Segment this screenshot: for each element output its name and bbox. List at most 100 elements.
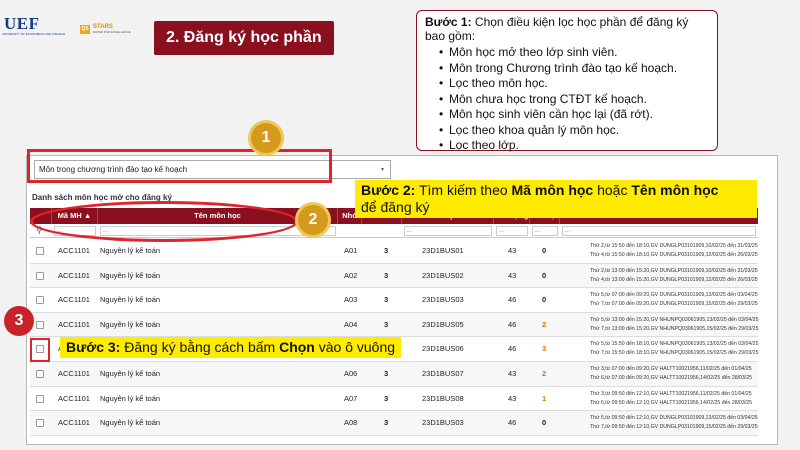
table-row: ACC1101 Nguyên lý kế toán A04 3 23D1BUS05 46 2… — [30, 312, 758, 338]
schedule-line: Thứ 4,từ 15:50 đến 18:10,GV DUNGLP031019… — [590, 252, 758, 258]
course-code: ACC1101 — [58, 246, 90, 255]
highlight-oval-search — [30, 201, 298, 242]
course-name: Nguyên lý kế toán — [100, 369, 161, 378]
table-row: ACC1101 Nguyên lý kế toán A03 3 23D1BUS03 46 0… — [30, 288, 758, 313]
qs-stars-logo: QS STARS RATED FOR EXCELLENCE — [80, 24, 131, 34]
table-row: ACC1101 Nguyên lý kế toán A07 3 23D1BUS08 43 1… — [30, 387, 758, 412]
schedule-line: Thứ 2,từ 15:50 đến 18:10,GV DUNGLP031019… — [590, 243, 758, 249]
select-checkbox[interactable] — [36, 271, 44, 280]
remaining: 3 — [542, 344, 547, 354]
course-name: Nguyên lý kế toán — [100, 393, 161, 403]
schedule-line: Thứ 3,từ 09:50 đến 12:10,GV HALTT1002195… — [590, 390, 752, 397]
filter-option-item: Lọc theo môn học. — [439, 76, 709, 92]
quantity: 46 — [508, 295, 517, 305]
remaining: 1 — [542, 393, 547, 403]
quantity: 43 — [508, 246, 517, 255]
class-code: 23D1BUS07 — [422, 369, 464, 378]
quantity: 43 — [508, 270, 517, 280]
table-row: ACC1101 Nguyên lý kế toán A06 3 23D1BUS07 43 2… — [30, 362, 758, 387]
section-title: 2. Đăng ký học phần — [154, 21, 334, 55]
remaining: 0 — [542, 295, 547, 305]
select-checkbox[interactable] — [36, 394, 44, 403]
select-checkbox[interactable] — [36, 320, 44, 329]
course-name: Nguyên lý kế toán — [100, 270, 161, 280]
schedule-line: Thứ 5,từ 07:00 đến 09:20,GV DUNGLP031019… — [590, 292, 758, 299]
course-name: Nguyên lý kế toán — [100, 295, 161, 305]
quantity: 43 — [508, 369, 517, 378]
filter-options-list: Môn học mở theo lớp sinh viên.Môn trong … — [439, 45, 709, 154]
step3-choose: Chọn — [279, 339, 315, 355]
schedule-line: Thứ 6,từ 07:00 đến 09:20,GV HALTT1002195… — [590, 375, 753, 381]
filter-class[interactable]: ... — [404, 226, 492, 236]
group-code: A02 — [344, 270, 358, 280]
schedule-line: Thứ 4,từ 13:00 đến 15:20,GV DUNGLP031019… — [590, 276, 758, 283]
class-code: 23D1BUS06 — [422, 344, 464, 354]
credits: 3 — [384, 369, 389, 378]
filter-option-item: Lọc theo lớp. — [439, 138, 709, 154]
select-checkbox[interactable] — [36, 296, 44, 305]
schedule-line: Thứ 5,từ 15:50 đến 18:10,GV NHUNPQ030619… — [590, 341, 759, 348]
course-name: Nguyên lý kế toán — [100, 246, 161, 255]
class-code: 23D1BUS03 — [422, 295, 464, 305]
step1-heading: Bước 1: Chọn điều kiện lọc học phần để đ… — [425, 15, 709, 43]
class-code: 23D1BUS03 — [422, 418, 464, 428]
step2-text-2: hoặc — [593, 182, 632, 198]
credits: 3 — [384, 246, 389, 255]
schedule-line: Thứ 7,từ 13:00 đến 15:20,GV NHUNPQ030619… — [590, 325, 759, 332]
table-row: ACC1101 Nguyên lý kế toán A08 3 23D1BUS03 46 0… — [30, 411, 758, 436]
step2-course-name: Tên môn học — [631, 182, 719, 198]
schedule-line: Thứ 6,từ 09:50 đến 12:10,GV HALTT1002195… — [590, 399, 753, 406]
schedule: Thứ 5,từ 15:50 đến 18:10,GV NHUNPQ030619… — [590, 340, 758, 358]
filter-option-item: Môn chưa học trong CTĐT kế hoạch. — [439, 92, 709, 108]
stars-subtitle: RATED FOR EXCELLENCE — [93, 30, 131, 34]
step2-course-code: Mã môn học — [511, 182, 594, 198]
step-badge-2: 2 — [298, 205, 328, 235]
credits: 3 — [384, 418, 389, 428]
remaining: 0 — [542, 418, 547, 428]
step1-info-box: Bước 1: Chọn điều kiện lọc học phần để đ… — [416, 10, 718, 154]
course-code: ACC1101 — [58, 270, 90, 280]
schedule: Thứ 3,từ 09:50 đến 12:10,GV HALTT1002195… — [590, 390, 752, 408]
chevron-down-icon: ▼ — [380, 167, 385, 173]
quantity: 46 — [508, 418, 517, 428]
step-badge-1: 1 — [251, 123, 281, 153]
schedule-line: Thứ 7,từ 07:00 đến 09:20,GV DUNGLP031019… — [590, 301, 758, 308]
filter-option-item: Môn học sinh viên cần học lại (đã rớt). — [439, 107, 709, 123]
select-checkbox[interactable] — [36, 419, 44, 428]
step1-label: Bước 1: — [425, 15, 472, 29]
schedule-line: Thứ 7,từ 15:50 đến 18:10,GV NHUNPQ030619… — [590, 350, 759, 357]
filter-quantity[interactable]: ... — [496, 226, 528, 236]
schedule-line: Thứ 3,từ 07:00 đến 09:20,GV HALTT1002195… — [590, 366, 752, 372]
remaining: 2 — [542, 319, 547, 329]
uef-logo-subtitle: UNIVERSITY OF ECONOMICS AND FINANCE — [2, 32, 66, 36]
schedule-line: Thứ 5,từ 09:50 đến 12:10,GV DUNGLP031019… — [590, 415, 758, 422]
course-code: ACC1101 — [58, 319, 90, 329]
step2-callout: Bước 2: Tìm kiếm theo Mã môn học hoặc Tê… — [355, 180, 757, 218]
qs-badge: QS — [80, 24, 90, 34]
schedule-line: Thứ 5,từ 13:00 đến 15:20,GV NHUNPQ030619… — [590, 316, 759, 323]
remaining: 0 — [542, 246, 547, 255]
schedule: Thứ 3,từ 07:00 đến 09:20,GV HALTT1002195… — [590, 365, 752, 383]
slide: UEF UNIVERSITY OF ECONOMICS AND FINANCE … — [0, 0, 800, 450]
schedule-line: Thứ 2,từ 13:00 đến 15:20,GV DUNGLP031019… — [590, 267, 758, 274]
course-code: ACC1101 — [58, 418, 90, 428]
step2-text-3: để đăng ký — [361, 199, 430, 215]
group-code: A07 — [344, 393, 358, 403]
select-checkbox[interactable] — [36, 370, 44, 378]
group-code: A06 — [344, 369, 358, 378]
course-code: ACC1101 — [58, 369, 90, 378]
quantity: 46 — [508, 319, 517, 329]
schedule: Thứ 5,từ 13:00 đến 15:20,GV NHUNPQ030619… — [590, 316, 758, 334]
schedule: Thứ 5,từ 07:00 đến 09:20,GV DUNGLP031019… — [590, 291, 758, 309]
step3-text-1: Đăng ký bằng cách bấm — [120, 339, 280, 355]
select-checkbox[interactable] — [36, 247, 44, 255]
class-code: 23D1BUS08 — [422, 393, 464, 403]
filter-schedule[interactable]: ... — [562, 226, 756, 236]
filter-option-item: Môn trong Chương trình đào tạo kế hoạch. — [439, 61, 709, 77]
class-code: 23D1BUS02 — [422, 270, 464, 280]
uef-logo-text: UEF — [4, 14, 40, 33]
schedule: Thứ 2,từ 15:50 đến 18:10,GV DUNGLP031019… — [590, 242, 758, 260]
filter-remaining[interactable]: ... — [532, 226, 558, 236]
filter-option-item: Lọc theo khoa quản lý môn học. — [439, 123, 709, 139]
group-code: A03 — [344, 295, 358, 305]
